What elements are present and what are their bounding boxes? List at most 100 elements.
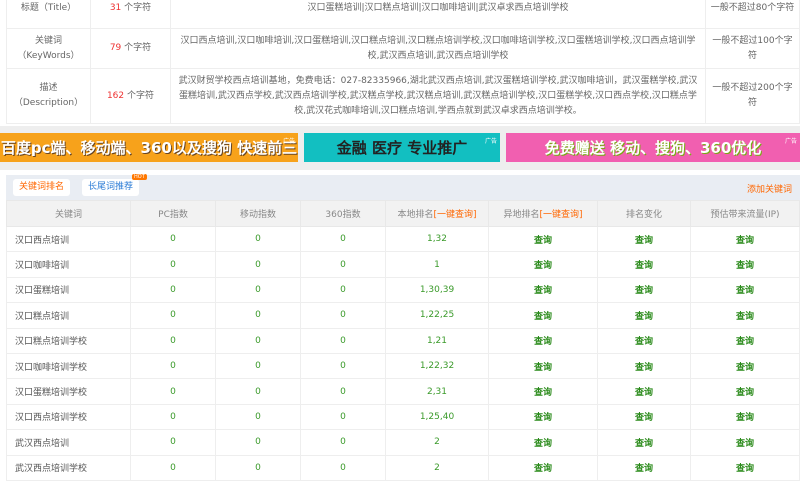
meta-content: 汉口西点培训,汉口咖啡培训,汉口蛋糕培训,汉口糕点培训,汉口糕点培训学校,汉口咖… xyxy=(170,28,706,69)
keyword-cell: 汉口西点培训学校 xyxy=(6,403,131,431)
char-unit: 个字符 xyxy=(124,43,152,53)
meta-row: 关键词（KeyWords） 79 个字符 汉口西点培训,汉口咖啡培训,汉口蛋糕培训,… xyxy=(6,28,800,69)
traffic-query-link[interactable]: 查询 xyxy=(690,403,800,431)
table-row: 汉口西点培训 0 0 0 1,32 查询 查询 查询 xyxy=(6,225,800,253)
remote-rank-query-link[interactable]: 查询 xyxy=(488,225,598,253)
header-label: 本地排名 xyxy=(397,210,434,220)
ad-banner-seo[interactable]: 百度pc端、移动端、360以及搜狗 快速前三 广告 xyxy=(0,133,298,162)
header-label: 异地排名 xyxy=(503,210,540,220)
header-label: PC指数 xyxy=(158,210,188,220)
remote-rank-query-link[interactable]: 查询 xyxy=(488,454,598,481)
meta-limit: 一般不超过100个字符 xyxy=(705,28,800,69)
banner-text: 免费赠送 移动、搜狗、360优化 xyxy=(544,139,762,157)
traffic-query-link[interactable]: 查询 xyxy=(690,454,800,481)
local-rank-cell: 2 xyxy=(385,429,489,456)
column-header: 本地排名[一键查询] xyxy=(385,200,489,227)
keyword-cell: 汉口蛋糕培训学校 xyxy=(6,378,131,405)
remote-rank-query-link[interactable]: 查询 xyxy=(488,403,598,431)
traffic-query-link[interactable]: 查询 xyxy=(690,327,800,354)
header-label: 关键词 xyxy=(54,210,82,220)
ad-banner-free[interactable]: 免费赠送 移动、搜狗、360优化 广告 xyxy=(506,133,800,162)
mobile-index-cell: 0 xyxy=(215,327,301,354)
traffic-query-link[interactable]: 查询 xyxy=(690,302,800,329)
table-row: 汉口咖啡培训 0 0 0 1 查询 查询 查询 xyxy=(6,251,800,278)
mobile-index-cell: 0 xyxy=(215,225,301,253)
one-click-query-link[interactable]: [一键查询] xyxy=(539,210,582,220)
mobile-index-cell: 0 xyxy=(215,251,301,278)
index-360-cell: 0 xyxy=(300,429,386,456)
meta-count: 162 个字符 xyxy=(90,68,171,124)
keyword-cell: 汉口蛋糕培训 xyxy=(6,276,131,304)
hot-badge: HOT xyxy=(132,174,147,180)
table-row: 汉口蛋糕培训学校 0 0 0 2,31 查询 查询 查询 xyxy=(6,378,800,405)
rank-change-query-link[interactable]: 查询 xyxy=(597,251,691,278)
traffic-query-link[interactable]: 查询 xyxy=(690,378,800,405)
keyword-cell: 汉口咖啡培训 xyxy=(6,251,131,278)
header-label: 360指数 xyxy=(325,210,361,220)
rank-change-query-link[interactable]: 查询 xyxy=(597,429,691,456)
remote-rank-query-link[interactable]: 查询 xyxy=(488,251,598,278)
mobile-index-cell: 0 xyxy=(215,276,301,304)
local-rank-cell: 2,31 xyxy=(385,378,489,405)
remote-rank-query-link[interactable]: 查询 xyxy=(488,302,598,329)
remote-rank-query-link[interactable]: 查询 xyxy=(488,429,598,456)
index-360-cell: 0 xyxy=(300,327,386,354)
remote-rank-query-link[interactable]: 查询 xyxy=(488,327,598,354)
table-row: 汉口糕点培训学校 0 0 0 1,21 查询 查询 查询 xyxy=(6,327,800,354)
index-360-cell: 0 xyxy=(300,403,386,431)
remote-rank-query-link[interactable]: 查询 xyxy=(488,378,598,405)
index-360-cell: 0 xyxy=(300,378,386,405)
rank-change-query-link[interactable]: 查询 xyxy=(597,327,691,354)
one-click-query-link[interactable]: [一键查询] xyxy=(433,210,476,220)
meta-row: 描述（Description） 162 个字符 武汉财贸学校西点培训基地，免费电话：… xyxy=(6,68,800,124)
traffic-query-link[interactable]: 查询 xyxy=(690,276,800,304)
tab-keyword-ranking[interactable]: 关键词排名 xyxy=(13,179,71,196)
index-360-cell: 0 xyxy=(300,225,386,253)
rank-change-query-link[interactable]: 查询 xyxy=(597,276,691,304)
rank-change-query-link[interactable]: 查询 xyxy=(597,378,691,405)
table-row: 汉口西点培训学校 0 0 0 1,25,40 查询 查询 查询 xyxy=(6,403,800,431)
index-360-cell: 0 xyxy=(300,276,386,304)
ad-tag: 广告 xyxy=(784,138,797,145)
ad-tag: 广告 xyxy=(282,138,295,145)
meta-count: 79 个字符 xyxy=(90,28,171,69)
pc-index-cell: 0 xyxy=(130,454,216,481)
rank-change-query-link[interactable]: 查询 xyxy=(597,352,691,380)
table-row: 汉口咖啡培训学校 0 0 0 1,22,32 查询 查询 查询 xyxy=(6,352,800,380)
rank-change-query-link[interactable]: 查询 xyxy=(597,225,691,253)
pc-index-cell: 0 xyxy=(130,352,216,380)
table-row: 武汉西点培训 0 0 0 2 查询 查询 查询 xyxy=(6,429,800,456)
mobile-index-cell: 0 xyxy=(215,429,301,456)
rank-change-query-link[interactable]: 查询 xyxy=(597,403,691,431)
ad-tag: 广告 xyxy=(484,138,497,145)
remote-rank-query-link[interactable]: 查询 xyxy=(488,352,598,380)
mobile-index-cell: 0 xyxy=(215,352,301,380)
table-row: 武汉西点培训学校 0 0 0 2 查询 查询 查询 xyxy=(6,454,800,481)
mobile-index-cell: 0 xyxy=(215,378,301,405)
traffic-query-link[interactable]: 查询 xyxy=(690,429,800,456)
char-unit: 个字符 xyxy=(124,3,152,13)
pc-index-cell: 0 xyxy=(130,429,216,456)
rank-change-query-link[interactable]: 查询 xyxy=(597,454,691,481)
mobile-index-cell: 0 xyxy=(215,302,301,329)
pc-index-cell: 0 xyxy=(130,378,216,405)
traffic-query-link[interactable]: 查询 xyxy=(690,225,800,253)
pc-index-cell: 0 xyxy=(130,276,216,304)
meta-content: 武汉财贸学校西点培训基地，免费电话：027-82335966,湖北武汉西点培训,… xyxy=(170,68,706,124)
keyword-table: 关键词 PC指数 移动指数 360指数 本地排名[一键查询] 异地排名[一键查询] 排名变化… xyxy=(6,200,800,481)
traffic-query-link[interactable]: 查询 xyxy=(690,251,800,278)
local-rank-cell: 1 xyxy=(385,251,489,278)
keyword-cell: 汉口咖啡培训学校 xyxy=(6,352,131,380)
traffic-query-link[interactable]: 查询 xyxy=(690,352,800,380)
tab-longtail[interactable]: 长尾词推荐 xyxy=(82,179,140,196)
local-rank-cell: 1,32 xyxy=(385,225,489,253)
add-keyword-link[interactable]: 添加关键词 xyxy=(747,182,792,195)
meta-limit: 一般不超过200个字符 xyxy=(705,68,800,124)
ad-banner-promotion[interactable]: 金融 医疗 专业推广 广告 xyxy=(304,133,500,162)
char-count: 162 xyxy=(106,90,125,101)
keyword-cell: 汉口糕点培训学校 xyxy=(6,327,131,354)
remote-rank-query-link[interactable]: 查询 xyxy=(488,276,598,304)
local-rank-cell: 1,22,25 xyxy=(385,302,489,329)
column-header: 360指数 xyxy=(300,200,386,227)
rank-change-query-link[interactable]: 查询 xyxy=(597,302,691,329)
